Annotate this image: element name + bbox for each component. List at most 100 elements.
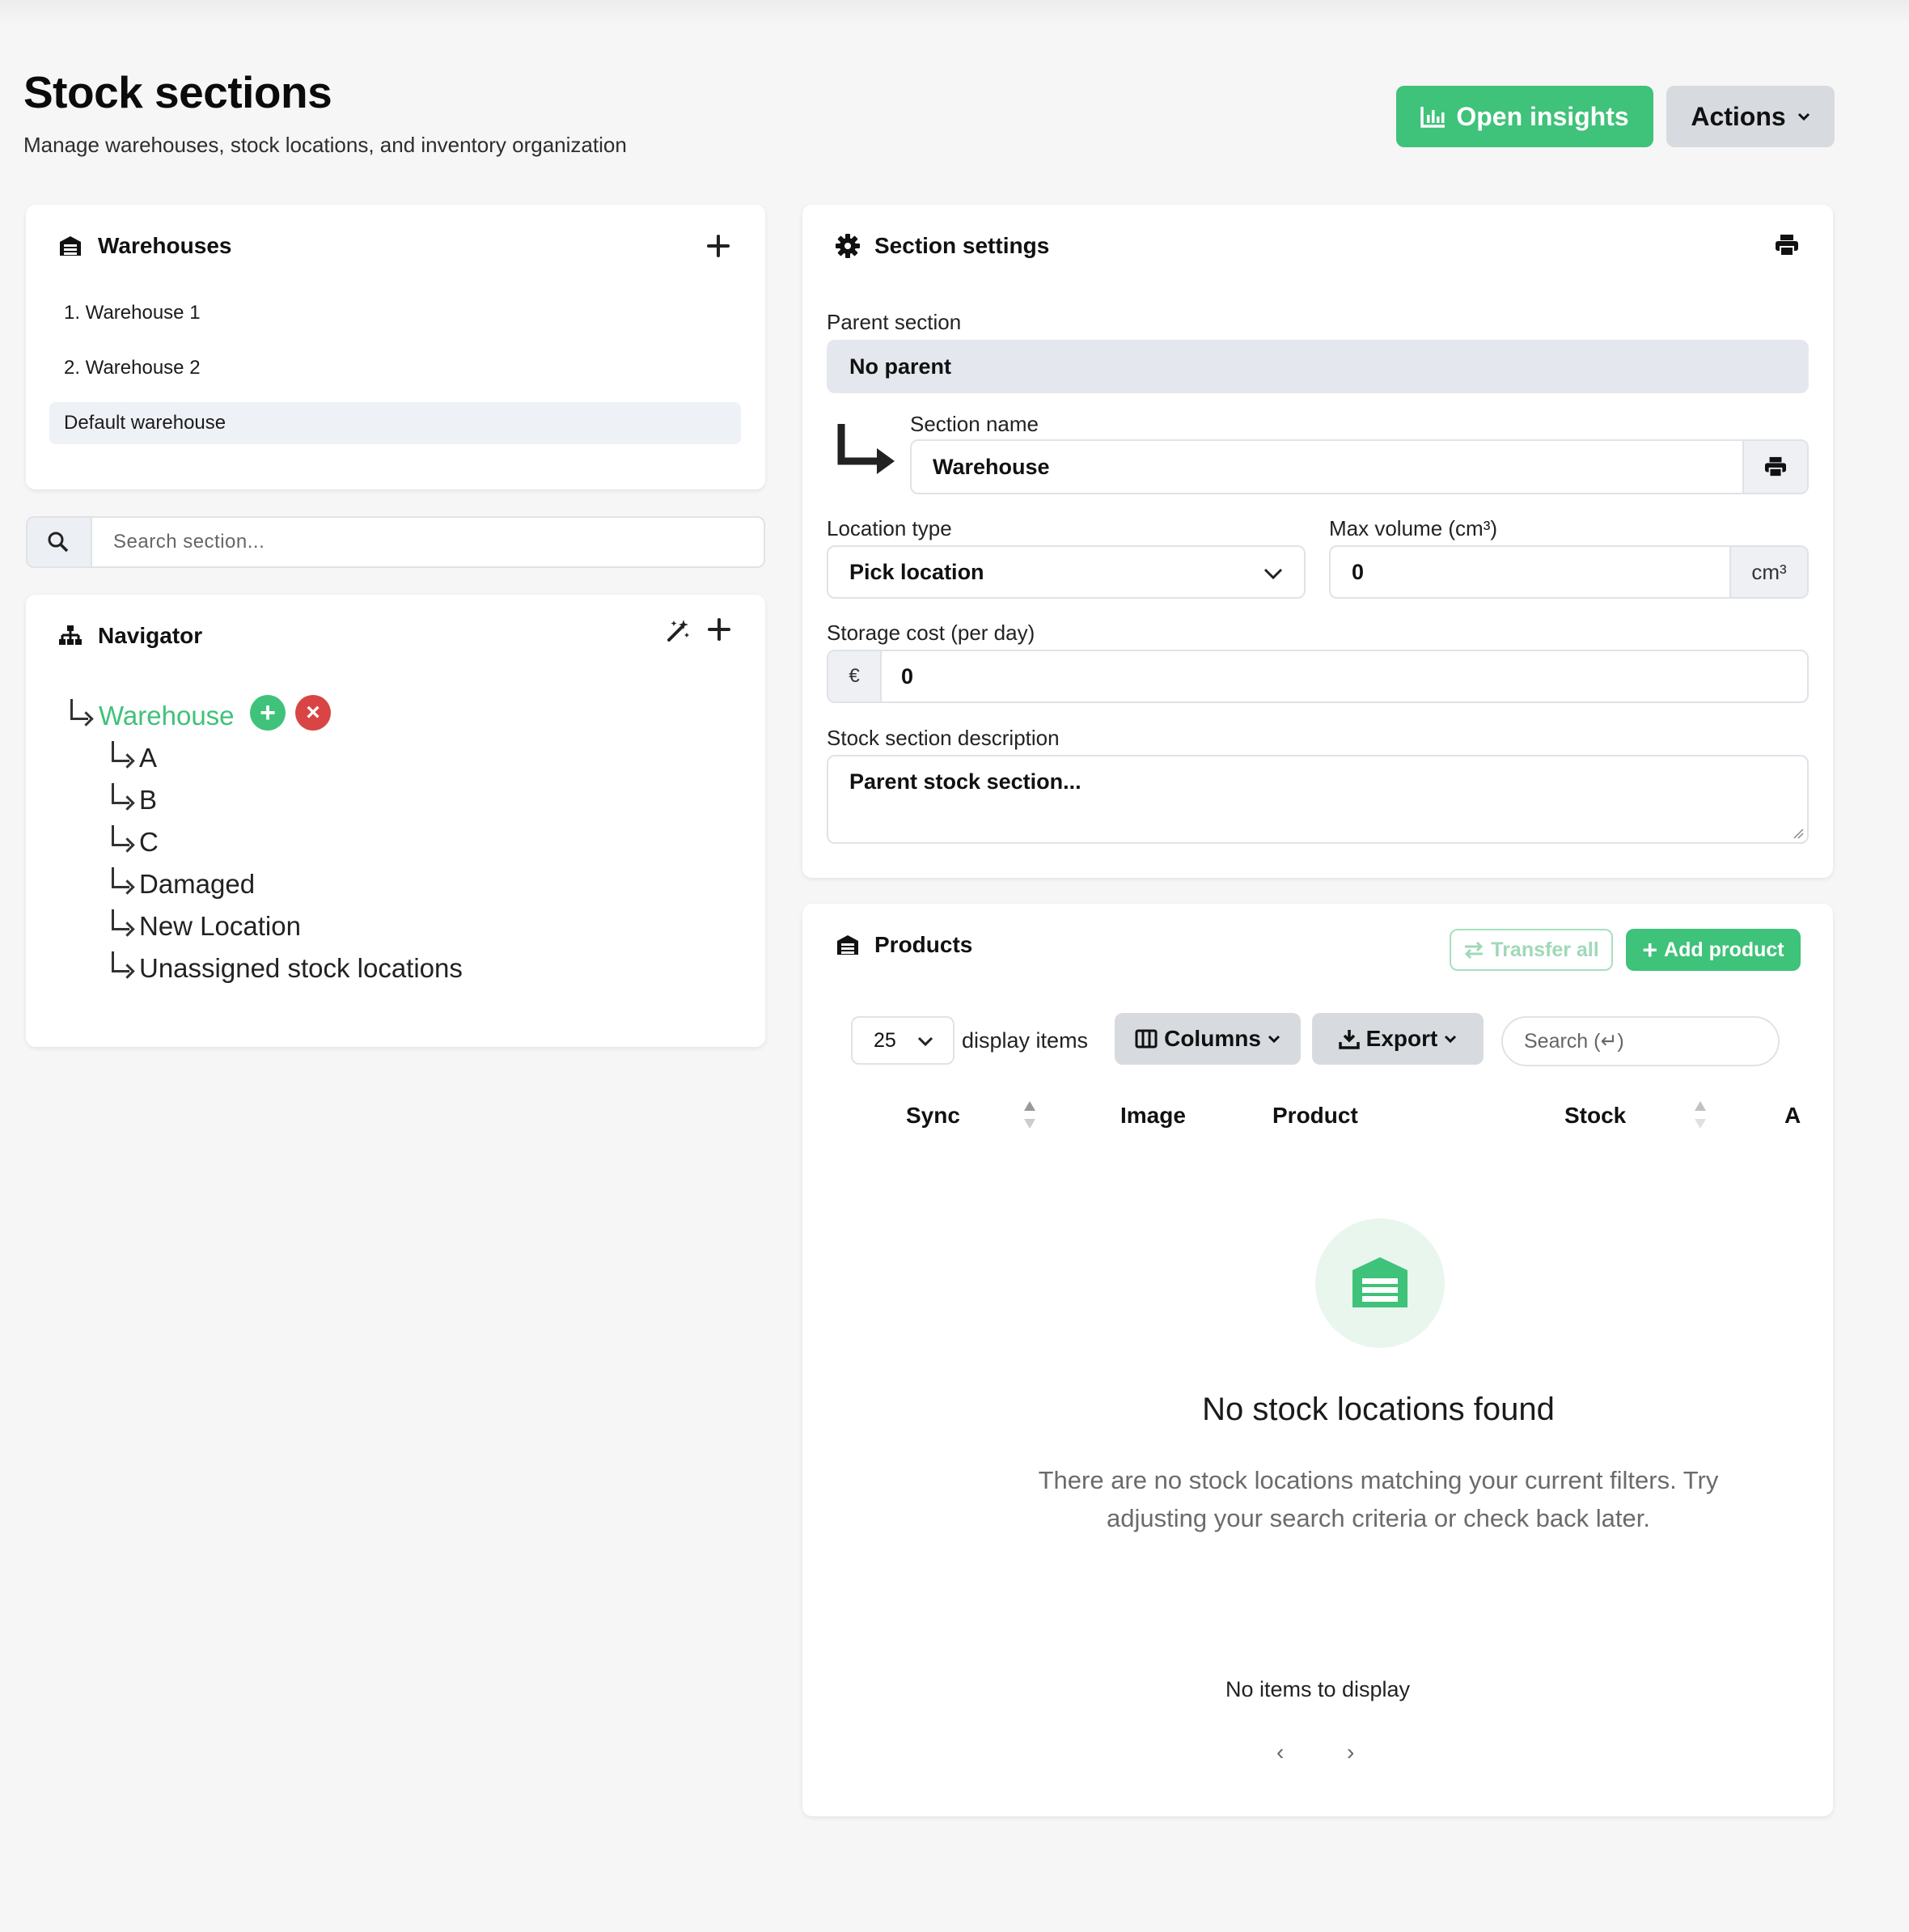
gear-icon <box>836 234 860 258</box>
section-search-placeholder: Search section... <box>113 531 265 553</box>
page-size-value: 25 <box>874 1028 896 1052</box>
storage-cost-label: Storage cost (per day) <box>827 621 1035 645</box>
tree-item[interactable]: C <box>139 827 159 858</box>
column-header-image: Image <box>1120 1103 1186 1128</box>
transfer-all-label: Transfer all <box>1491 938 1599 961</box>
resize-handle-icon[interactable] <box>1793 828 1804 839</box>
tree-item[interactable]: New Location <box>139 911 301 942</box>
print-label-button[interactable] <box>1742 441 1807 493</box>
description-textarea[interactable]: Parent stock section... <box>827 755 1809 844</box>
print-icon[interactable] <box>1775 234 1799 256</box>
no-items-text: No items to display <box>1225 1677 1411 1701</box>
add-warehouse-icon[interactable] <box>707 235 730 257</box>
sitemap-icon <box>59 625 82 645</box>
chevron-down-icon <box>1263 568 1283 580</box>
location-type-value: Pick location <box>849 559 984 584</box>
plus-icon: + <box>1642 934 1658 964</box>
warehouse-icon <box>60 236 81 256</box>
add-product-label: Add product <box>1664 938 1784 961</box>
top-shade <box>0 0 1909 24</box>
tree-branch-icon <box>70 699 88 720</box>
sort-icon[interactable] <box>1024 1101 1035 1129</box>
description-label: Stock section description <box>827 726 1060 750</box>
warehouse-item[interactable]: 1. Warehouse 1 <box>64 302 201 324</box>
storage-cost-value: 0 <box>901 663 914 688</box>
actions-label: Actions <box>1691 101 1786 131</box>
parent-section-field[interactable]: No parent <box>827 340 1809 393</box>
tree-item[interactable]: Damaged <box>139 869 255 900</box>
empty-state-title: No stock locations found <box>1202 1392 1555 1427</box>
tree-branch-icon <box>112 951 129 972</box>
products-search-placeholder: Search (↵) <box>1524 1030 1624 1053</box>
navigator-title: Navigator <box>98 623 203 648</box>
sort-icon[interactable] <box>1695 1101 1706 1129</box>
page-size-select[interactable]: 25 <box>851 1016 954 1065</box>
parent-section-value: No parent <box>849 354 952 379</box>
tree-branch-icon <box>112 909 129 930</box>
chevron-down-icon <box>1797 112 1810 121</box>
download-icon <box>1338 1030 1360 1049</box>
empty-state-text: There are no stock locations matching yo… <box>1038 1466 1719 1532</box>
add-section-icon[interactable] <box>708 618 730 641</box>
storage-cost-field[interactable]: € 0 <box>827 650 1809 703</box>
section-name-value: Warehouse <box>933 454 1050 479</box>
print-icon <box>1765 456 1786 477</box>
bar-chart-icon <box>1420 107 1446 128</box>
magic-wand-icon[interactable] <box>667 618 691 642</box>
max-volume-value: 0 <box>1352 559 1365 584</box>
page-subtitle: Manage warehouses, stock locations, and … <box>23 133 627 157</box>
column-header-product: Product <box>1272 1103 1358 1128</box>
add-product-button[interactable]: + Add product <box>1626 929 1801 971</box>
section-settings-title: Section settings <box>874 233 1050 258</box>
location-type-label: Location type <box>827 516 952 540</box>
search-icon <box>48 532 69 553</box>
page-title: Stock sections <box>23 67 332 117</box>
empty-state-circle <box>1315 1218 1445 1348</box>
tree-item[interactable]: Unassigned stock locations <box>139 953 463 984</box>
section-name-label: Section name <box>910 412 1039 436</box>
chevron-down-icon <box>1445 1035 1457 1044</box>
warehouse-icon <box>837 935 858 955</box>
products-search-input[interactable]: Search (↵) <box>1501 1016 1780 1066</box>
next-page-button[interactable]: › <box>1347 1739 1354 1765</box>
description-value: Parent stock section... <box>849 769 1081 794</box>
chevron-down-icon <box>917 1036 933 1047</box>
tree-branch-icon <box>112 867 129 888</box>
warehouse-item[interactable]: 2. Warehouse 2 <box>64 357 201 379</box>
export-button[interactable]: Export <box>1312 1013 1484 1065</box>
tree-branch-icon <box>112 825 129 846</box>
section-name-field[interactable]: Warehouse <box>910 439 1809 494</box>
column-header-sync[interactable]: Sync <box>906 1103 960 1129</box>
tree-item[interactable]: A <box>139 743 157 773</box>
columns-icon <box>1135 1029 1158 1049</box>
products-title: Products <box>874 932 973 957</box>
column-header-stock[interactable]: Stock <box>1564 1103 1626 1129</box>
currency-addon: € <box>828 651 882 701</box>
columns-button[interactable]: Columns <box>1115 1013 1301 1065</box>
warehouse-icon <box>1352 1257 1407 1307</box>
warehouse-item-label: Default warehouse <box>64 412 226 434</box>
tree-root-warehouse[interactable]: Warehouse <box>99 701 235 731</box>
delete-section-button[interactable]: × <box>295 695 331 731</box>
location-type-select[interactable]: Pick location <box>827 545 1306 599</box>
child-arrow-icon <box>837 424 895 474</box>
export-label: Export <box>1365 1026 1438 1051</box>
max-volume-unit: cm³ <box>1729 547 1807 597</box>
prev-page-button[interactable]: ‹ <box>1276 1739 1284 1765</box>
tree-branch-icon <box>112 783 129 804</box>
tree-item[interactable]: B <box>139 785 157 816</box>
tree-branch-icon <box>112 741 129 762</box>
max-volume-field[interactable]: 0 cm³ <box>1329 545 1809 599</box>
transfer-icon <box>1465 941 1484 960</box>
parent-section-label: Parent section <box>827 310 962 334</box>
actions-dropdown-button[interactable]: Actions <box>1666 86 1835 147</box>
open-insights-button[interactable]: Open insights <box>1396 86 1653 147</box>
chevron-down-icon <box>1268 1035 1280 1044</box>
add-child-button[interactable]: + <box>250 695 286 731</box>
open-insights-label: Open insights <box>1456 101 1629 131</box>
section-search-field[interactable]: Search section... <box>26 516 765 568</box>
columns-label: Columns <box>1164 1026 1261 1051</box>
warehouses-title: Warehouses <box>98 233 232 258</box>
column-header-truncated: A <box>1784 1103 1801 1128</box>
transfer-all-button[interactable]: Transfer all <box>1450 929 1613 971</box>
